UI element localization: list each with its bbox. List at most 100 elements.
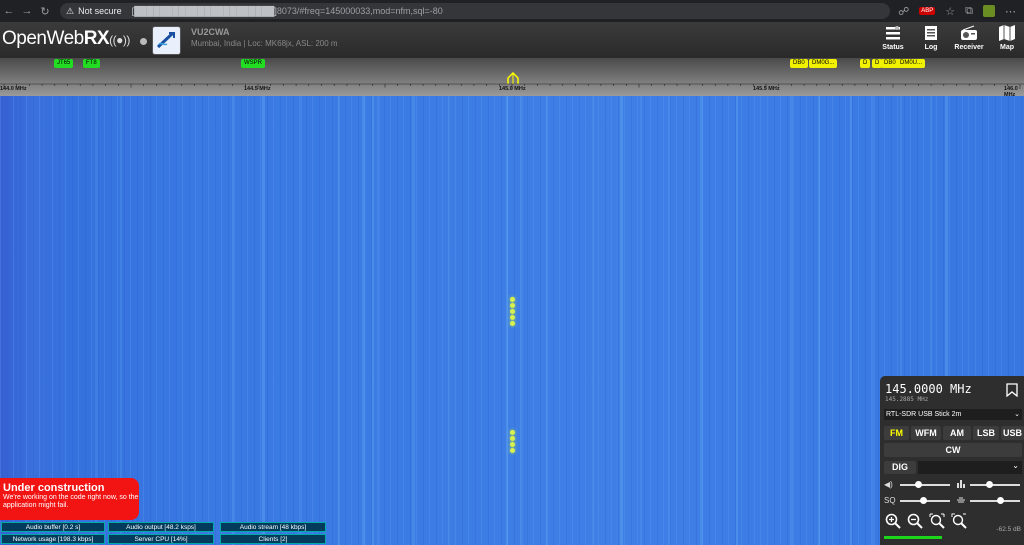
volume-slider[interactable] — [900, 484, 950, 486]
volume-slider-handle[interactable] — [914, 481, 922, 488]
waterfall-streak — [818, 96, 820, 545]
logo-text: OpenWeb — [2, 28, 84, 49]
signal-trace — [510, 309, 515, 314]
favorites-icon[interactable]: ☆ — [945, 5, 955, 18]
waterfall-streak — [760, 96, 762, 545]
frequency-label: 145.0 MHz — [499, 86, 526, 92]
waterfall-streak — [592, 96, 594, 545]
digital-mode-select[interactable]: ⌄ — [918, 461, 1022, 474]
mode-cw-button[interactable]: CW — [884, 443, 1022, 457]
server-cpu-status: Server CPU [14%] — [108, 534, 214, 544]
receiver-location: Mumbai, India | Loc: MK68jx, ASL: 200 m — [191, 39, 338, 48]
frequency-scale[interactable]: JT65 FT8 WSPR DB0 DM0G... D D DB0 DM0U..… — [0, 58, 1024, 98]
signal-trace — [510, 303, 515, 308]
waterfall-streak — [300, 96, 302, 545]
station-tag[interactable]: DM0U... — [897, 59, 926, 68]
frequency-label: 145.5 MHz — [753, 86, 780, 92]
waterfall-streak — [700, 96, 703, 545]
more-icon[interactable]: ⋯ — [1005, 5, 1016, 18]
share-icon[interactable]: ☍ — [898, 5, 909, 18]
receiver-avatar — [152, 26, 181, 55]
dot-icon — [140, 38, 147, 45]
status-button[interactable]: Status — [876, 24, 910, 51]
status-label: Status — [882, 44, 904, 51]
signal-trace — [510, 315, 515, 320]
waterfall-display[interactable] — [0, 96, 1024, 545]
zoom-in-icon[interactable] — [885, 513, 901, 529]
waterfall-streak — [506, 96, 508, 545]
zoom-to-band-icon[interactable] — [929, 513, 945, 529]
balance-slider-handle[interactable] — [986, 481, 993, 488]
station-tag[interactable]: D — [860, 59, 871, 68]
zoom-reset-icon[interactable] — [951, 513, 967, 529]
waterfall-streak — [790, 96, 793, 545]
signal-level-db: -62.5 dB — [996, 526, 1021, 533]
squelch-slider-handle[interactable] — [919, 497, 927, 504]
receiver-button[interactable]: Receiver — [952, 24, 986, 51]
waterfall-streak — [372, 96, 374, 545]
url-host: [██████████████████████] — [131, 6, 277, 16]
nr-slider-handle[interactable] — [997, 497, 1004, 504]
waterfall-streak — [640, 96, 642, 545]
audio-buffer-status: Audio buffer [0.2 s] — [1, 522, 105, 532]
log-button[interactable]: Log — [914, 24, 948, 51]
frequency-label: 144.0 MHz — [0, 86, 27, 92]
antenna-icon: ((●)) — [109, 33, 130, 47]
mode-usb-button[interactable]: USB — [1001, 426, 1024, 440]
notice-message: We're working on the code right now, so … — [3, 494, 139, 509]
band-tag[interactable]: FT8 — [83, 59, 100, 68]
zoom-out-icon[interactable] — [907, 513, 923, 529]
map-button[interactable]: Map — [990, 24, 1024, 51]
frequency-label: 144.5 MHz — [244, 86, 271, 92]
app-header: OpenWebRX((●)) VU2CWA Mumbai, India | Lo… — [0, 22, 1024, 58]
mode-fm-button[interactable]: FM — [884, 426, 909, 440]
back-icon[interactable]: ← — [0, 5, 18, 17]
address-bar[interactable]: ⚠ Not secure [██████████████████████] 80… — [60, 3, 890, 19]
reload-icon[interactable]: ↻ — [36, 5, 54, 18]
waterfall-streak — [736, 96, 738, 545]
radio-icon — [961, 25, 977, 40]
frequency-display[interactable]: 145.0000 MHz — [885, 382, 972, 396]
waterfall-streak — [262, 96, 265, 545]
profile-icon[interactable] — [983, 5, 995, 17]
balance-slider[interactable] — [970, 484, 1020, 486]
waterfall-streak — [378, 96, 380, 545]
openwebrx-logo[interactable]: OpenWebRX((●)) — [2, 28, 130, 50]
waterfall-streak — [232, 96, 234, 545]
sdr-profile-value: RTL-SDR USB Stick 2m — [886, 411, 962, 418]
receiver-label: Receiver — [954, 44, 984, 51]
log-icon — [925, 26, 937, 40]
mode-wfm-button[interactable]: WFM — [911, 426, 941, 440]
nr-slider[interactable] — [970, 500, 1020, 502]
collections-icon[interactable]: ⧉ — [965, 5, 973, 18]
signal-trace — [510, 448, 515, 453]
noise-reduction-icon[interactable] — [956, 495, 966, 505]
equalizer-icon[interactable] — [956, 479, 966, 489]
station-tag[interactable]: DM0G... — [809, 59, 838, 68]
mode-dig-button[interactable]: DIG — [884, 461, 916, 474]
band-tag[interactable]: JT65 — [54, 59, 74, 68]
map-label: Map — [1000, 44, 1014, 51]
notice-title: Under construction — [3, 482, 105, 494]
volume-icon: ◀) — [884, 480, 893, 489]
audio-output-status: Audio output [48.2 ksps] — [108, 522, 214, 532]
extension-icon[interactable]: ABP — [919, 7, 936, 15]
waterfall-streak — [620, 96, 623, 545]
security-label: Not secure — [78, 6, 122, 16]
chevron-down-icon: ⌄ — [1014, 411, 1020, 418]
signal-trace — [510, 321, 515, 326]
band-tag[interactable]: WSPR — [241, 59, 265, 68]
bookmark-icon[interactable] — [1006, 383, 1018, 397]
signal-meter-bar — [884, 536, 942, 539]
map-icon — [999, 25, 1015, 41]
sdr-profile-select[interactable]: RTL-SDR USB Stick 2m ⌄ — [884, 409, 1022, 420]
forward-icon[interactable]: → — [18, 5, 36, 17]
signal-trace — [510, 442, 515, 447]
mode-lsb-button[interactable]: LSB — [973, 426, 999, 440]
network-usage-status: Network usage [198.3 kbps] — [1, 534, 105, 544]
waterfall-streak — [872, 96, 875, 545]
mode-am-button[interactable]: AM — [943, 426, 971, 440]
under-construction-notice: Under construction We're working on the … — [0, 478, 139, 520]
audio-stream-status: Audio stream [48 kbps] — [220, 522, 326, 532]
station-tag[interactable]: DB0 — [790, 59, 808, 68]
